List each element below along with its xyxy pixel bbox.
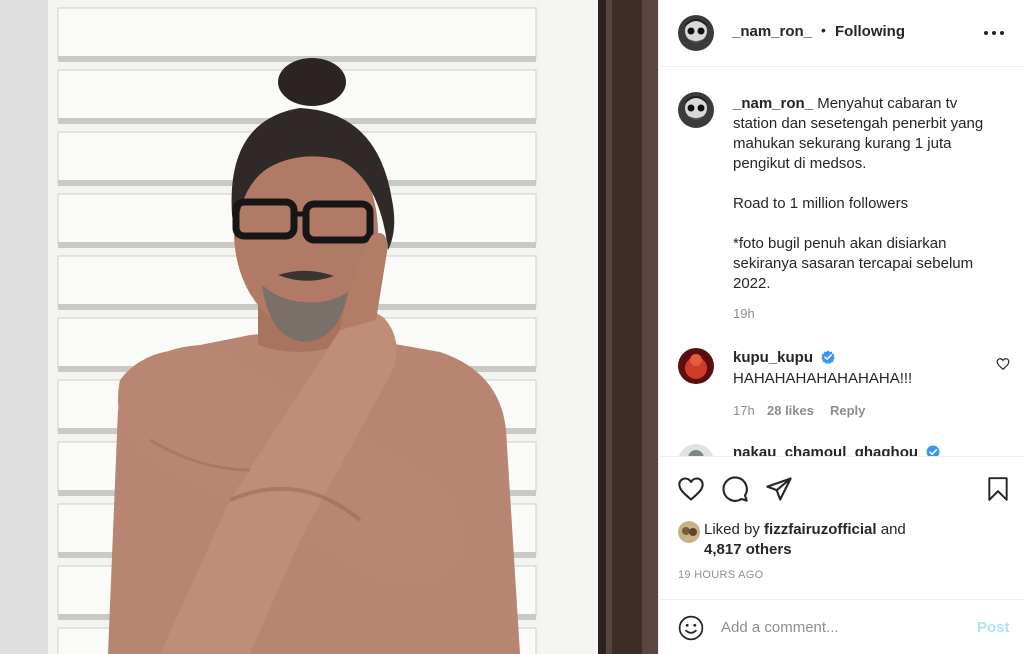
likes-others-count[interactable]: 4,817 others bbox=[704, 541, 792, 558]
reply-button[interactable]: Reply bbox=[830, 403, 865, 418]
photo-illustration bbox=[0, 0, 658, 654]
comment-input[interactable] bbox=[721, 615, 961, 639]
post-header: _nam_ron_ • Following bbox=[659, 0, 1024, 67]
commenter-avatar[interactable] bbox=[678, 444, 714, 456]
caption: _nam_ron_ Menyahut cabaran tv station da… bbox=[733, 94, 1001, 314]
post-actions: Liked by fizzfairuzofficial and 4,817 ot… bbox=[659, 456, 1024, 599]
post-comment-button[interactable]: Post bbox=[977, 619, 1010, 636]
avatar-image bbox=[678, 444, 714, 456]
post-dialog: _nam_ron_ • Following _nam_ron_ Menyahut… bbox=[0, 0, 1024, 654]
comment-icon[interactable] bbox=[721, 475, 749, 503]
comment-item: nakau_chamoul_ghaghou bbox=[733, 444, 940, 456]
comment-like-heart-icon[interactable] bbox=[996, 357, 1010, 371]
heart-icon[interactable] bbox=[677, 475, 705, 503]
verified-badge-icon bbox=[821, 350, 835, 364]
post-time[interactable]: 19 HOURS AGO bbox=[678, 569, 764, 581]
comments-list[interactable]: _nam_ron_ Menyahut cabaran tv station da… bbox=[659, 68, 1024, 456]
caption-text-3: *foto bugil penuh akan disiarkan sekiran… bbox=[733, 235, 974, 292]
more-horizontal-icon[interactable] bbox=[983, 22, 1009, 42]
liker-username[interactable]: fizzfairuzofficial bbox=[764, 521, 877, 538]
caption-time[interactable]: 19h bbox=[733, 306, 755, 321]
author-avatar[interactable] bbox=[678, 15, 714, 51]
emoji-icon[interactable] bbox=[678, 615, 704, 641]
caption-username[interactable]: _nam_ron_ bbox=[733, 95, 813, 112]
comment-text: HAHAHAHAHAHAHAHA!!! bbox=[733, 370, 913, 387]
liker-avatar[interactable] bbox=[678, 521, 700, 543]
verified-badge-icon bbox=[926, 445, 940, 456]
commenter-username[interactable]: kupu_kupu bbox=[733, 349, 813, 366]
caption-author-avatar[interactable] bbox=[678, 92, 714, 128]
separator-dot: • bbox=[821, 22, 826, 38]
liked-by-conj: and bbox=[880, 521, 906, 538]
liked-by-prefix: Liked by bbox=[704, 521, 760, 538]
comment-item: kupu_kupu HAHAHAHAHAHAHAHA!!! bbox=[733, 348, 912, 389]
post-side-panel: _nam_ron_ • Following _nam_ron_ Menyahut… bbox=[658, 0, 1024, 654]
caption-text-2: Road to 1 million followers bbox=[733, 195, 909, 212]
author-username[interactable]: _nam_ron_ bbox=[732, 23, 812, 40]
following-button[interactable]: Following bbox=[835, 23, 905, 40]
avatar-image bbox=[678, 15, 714, 51]
commenter-avatar[interactable] bbox=[678, 348, 714, 384]
avatar-image bbox=[678, 92, 714, 128]
comment-composer: Post bbox=[659, 599, 1024, 654]
share-icon[interactable] bbox=[765, 475, 793, 503]
comment-time[interactable]: 17h bbox=[733, 403, 755, 418]
bookmark-icon[interactable] bbox=[985, 475, 1011, 503]
post-photo[interactable] bbox=[0, 0, 658, 654]
likes-summary: Liked by fizzfairuzofficial and 4,817 ot… bbox=[704, 520, 906, 560]
commenter-username[interactable]: nakau_chamoul_ghaghou bbox=[733, 444, 918, 456]
avatar-image bbox=[678, 348, 714, 384]
comment-likes[interactable]: 28 likes bbox=[767, 403, 814, 418]
avatar-image bbox=[678, 521, 700, 543]
